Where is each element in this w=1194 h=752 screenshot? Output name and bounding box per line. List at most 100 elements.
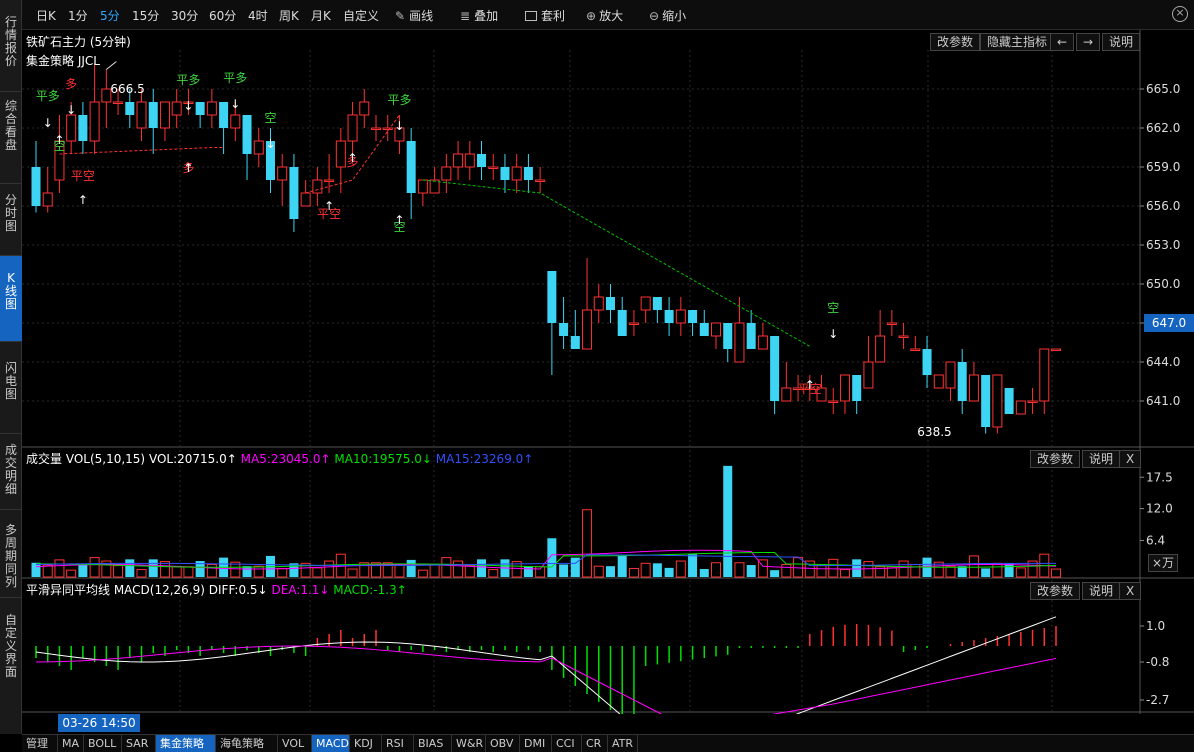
candle [945, 361, 956, 401]
volume-bar-up [171, 566, 182, 578]
arbitrage-button[interactable]: 套利 [525, 7, 565, 24]
dea-value: DEA:1.1↓ [271, 583, 330, 597]
macd-help-button[interactable]: 说明 [1082, 582, 1121, 600]
macd-close-button[interactable]: X [1119, 582, 1141, 600]
draw-line-button[interactable]: ✎ 画线 [395, 7, 433, 24]
signal-arrow-up: ↑ [394, 213, 404, 227]
indicator-cci[interactable]: CCI [552, 735, 582, 752]
indicator-dmi[interactable]: DMI [520, 735, 552, 752]
volume-bar-up [347, 568, 358, 578]
volume-bar-down [664, 567, 674, 577]
pencil-icon: ✎ [395, 9, 406, 23]
hide-main-indicator-button[interactable]: 隐藏主指标 [980, 33, 1055, 51]
volume-close-button[interactable]: X [1119, 450, 1141, 468]
indicator-vol[interactable]: VOL [278, 735, 312, 752]
indicator-cr[interactable]: CR [582, 735, 608, 752]
volume-bar-up [734, 562, 745, 578]
candle [171, 89, 182, 128]
candle [547, 271, 557, 375]
kline-svg[interactable]: 665.0 662.0 659.0 656.0 653.0 650.0 644.0 641.0… [22, 30, 1194, 714]
volume-bar-down [746, 565, 756, 577]
main-help-button[interactable]: 说明 [1102, 33, 1141, 51]
volume-axis-label: 12.0 [1146, 502, 1173, 516]
candle [992, 374, 1003, 434]
candle [31, 141, 41, 213]
volume-bar-up [992, 562, 1003, 578]
candle [511, 154, 522, 193]
nav-trades[interactable]: 成交明细 [0, 434, 22, 510]
candle [312, 167, 323, 206]
period-1min[interactable]: 1分 [68, 7, 88, 24]
candle-body-down [605, 297, 615, 310]
nav-flash[interactable]: 闪电图 [0, 342, 22, 434]
volume-bar-up [66, 569, 77, 578]
candle [664, 297, 674, 336]
indicator-boll[interactable]: BOLL [84, 735, 122, 752]
indicator-bias[interactable]: BIAS [414, 735, 452, 752]
indicator-obv[interactable]: OBV [486, 735, 520, 752]
indicator-macd[interactable]: MACD [312, 735, 350, 752]
nav-custom-layout[interactable]: 自定义界面 [0, 598, 22, 734]
volume-bar-down [148, 559, 158, 577]
volume-params-button[interactable]: 改参数 [1030, 450, 1081, 468]
indicator-sar[interactable]: SAR [122, 735, 156, 752]
chart-area[interactable]: 665.0 662.0 659.0 656.0 653.0 650.0 644.0 641.0… [22, 30, 1194, 714]
period-daily[interactable]: 日K [36, 7, 56, 24]
period-4h[interactable]: 4时 [248, 7, 268, 24]
volume-bar-down [652, 563, 662, 577]
zoom-out-button[interactable]: ⊖ 缩小 [649, 7, 686, 24]
signal-arrow-up: ↑ [805, 378, 815, 392]
overlay-button[interactable]: ≣ 叠加 [460, 7, 498, 24]
volume-bar-down [559, 564, 569, 577]
nav-multi-period[interactable]: 多周期同列 [0, 510, 22, 598]
indicator-manage[interactable]: 管理 [22, 735, 58, 752]
volume-bar-down [981, 568, 991, 577]
signal-label: 平多 [223, 71, 247, 85]
candle [605, 284, 615, 323]
left-nav: 行情报价 综合看盘 分时图 K线图 闪电图 成交明细 多周期同列 自定义界面 [0, 0, 22, 734]
candle [488, 154, 499, 180]
indicator-kdj[interactable]: KDJ [350, 735, 382, 752]
candle [101, 69, 112, 128]
candle [195, 102, 205, 128]
indicator-atr[interactable]: ATR [608, 735, 638, 752]
volume-unit-button[interactable]: ×万 [1148, 554, 1179, 572]
period-week[interactable]: 周K [279, 7, 299, 24]
candle [1027, 388, 1038, 414]
candle-body-down [148, 102, 158, 128]
indicator-turtle[interactable]: 海龟策略 [216, 735, 278, 752]
candle-body-up [113, 101, 124, 104]
nav-timeshare[interactable]: 分时图 [0, 184, 22, 256]
current-price-tag: 647.0 [1144, 314, 1194, 332]
nav-quotes[interactable]: 行情报价 [0, 0, 22, 92]
indicator-wr[interactable]: W&R [452, 735, 486, 752]
candle-body-down [219, 102, 229, 128]
period-60min[interactable]: 60分 [209, 7, 236, 24]
volume-help-button[interactable]: 说明 [1082, 450, 1121, 468]
scroll-left-button[interactable]: ← [1050, 33, 1074, 51]
indicator-rsi[interactable]: RSI [382, 735, 414, 752]
main-panel-title: 铁矿石主力 (5分钟) [26, 35, 131, 49]
period-30min[interactable]: 30分 [171, 7, 198, 24]
candle [1039, 348, 1050, 414]
candle-body-down [746, 323, 756, 349]
period-15min[interactable]: 15分 [132, 7, 159, 24]
nav-overview[interactable]: 综合看盘 [0, 92, 22, 184]
zoom-in-button[interactable]: ⊕ 放大 [586, 7, 623, 24]
volume-title: 成交量 VOL(5,10,15) [26, 452, 146, 466]
main-params-button[interactable]: 改参数 [930, 33, 981, 51]
candle [757, 323, 768, 350]
signal-label: 多 [65, 77, 77, 91]
candle [535, 167, 546, 193]
scroll-right-button[interactable]: → [1076, 33, 1100, 51]
close-icon[interactable]: × [1172, 6, 1188, 22]
period-custom[interactable]: 自定义 [343, 7, 379, 24]
volume-bar-up [183, 566, 194, 578]
indicator-ma[interactable]: MA [58, 735, 84, 752]
period-month[interactable]: 月K [311, 7, 331, 24]
macd-params-button[interactable]: 改参数 [1030, 582, 1081, 600]
nav-kline[interactable]: K线图 [0, 256, 22, 342]
indicator-jjcl[interactable]: 集金策略 [156, 735, 216, 752]
period-5min[interactable]: 5分 [100, 7, 120, 24]
candle-body-down [617, 310, 627, 336]
